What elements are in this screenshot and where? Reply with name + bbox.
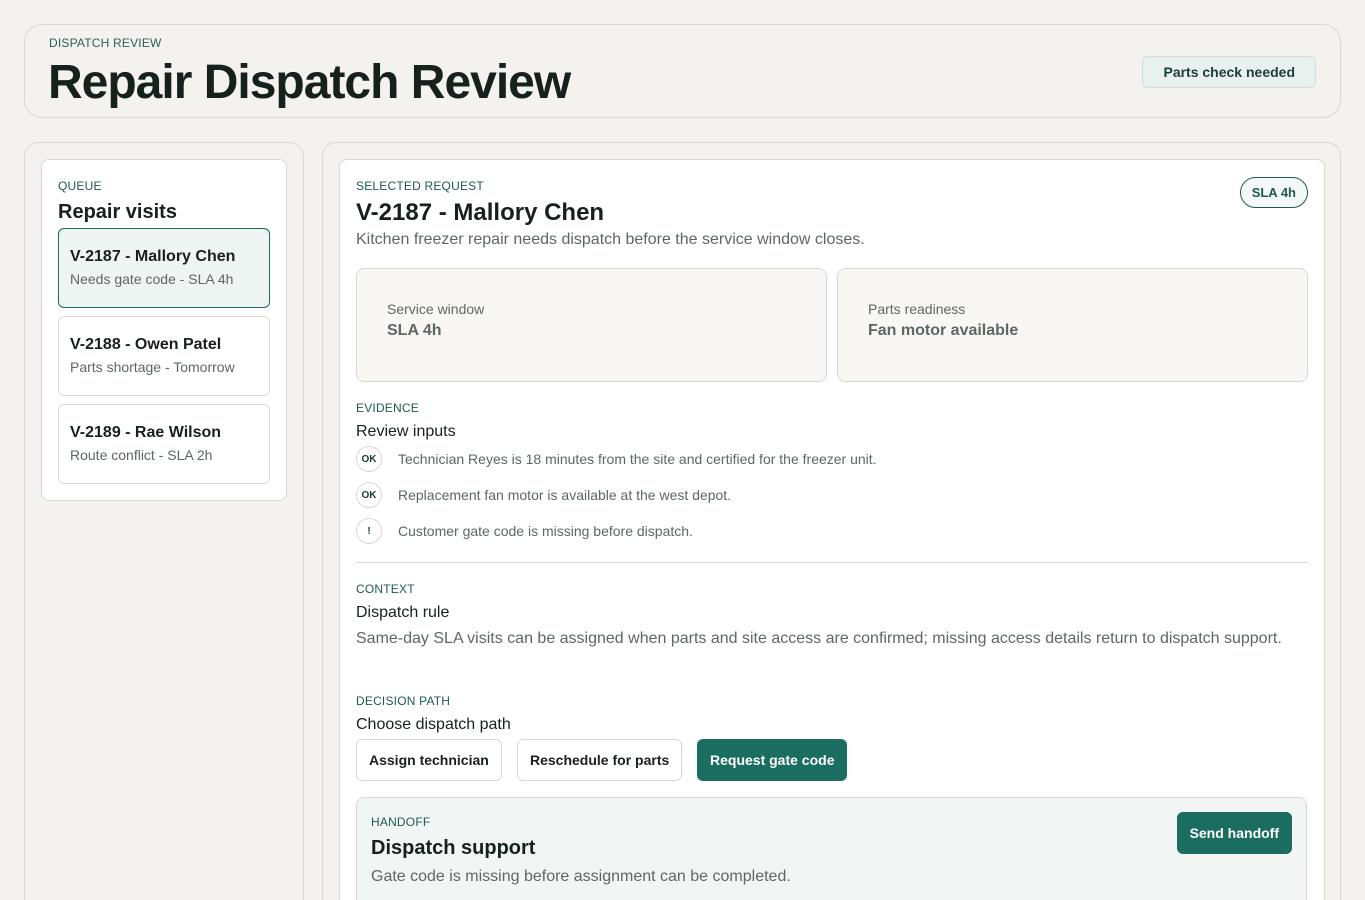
queue-item-v2188[interactable]: V-2188 - Owen Patel Parts shortage - Tom…	[58, 316, 270, 396]
queue-item-subtitle: Route conflict - SLA 2h	[70, 447, 213, 463]
parts-readiness-box: Parts readiness Fan motor available	[837, 268, 1308, 382]
context-eyebrow: CONTEXT	[356, 582, 415, 596]
service-window-label: Service window	[387, 301, 485, 317]
dispatch-rule-text: Same-day SLA visits can be assigned when…	[356, 630, 1282, 647]
handoff-description: Gate code is missing before assignment c…	[371, 868, 791, 885]
request-title: V-2187 - Mallory Chen	[356, 199, 605, 226]
warning-icon: !	[356, 518, 382, 544]
decision-title: Choose dispatch path	[356, 716, 511, 733]
queue-item-subtitle: Needs gate code - SLA 4h	[70, 271, 234, 287]
ok-check-icon: OK	[356, 482, 382, 508]
parts-readiness-label: Parts readiness	[868, 301, 966, 317]
request-gate-code-button[interactable]: Request gate code	[697, 739, 848, 781]
evidence-item: ! Customer gate code is missing before d…	[356, 518, 693, 544]
service-window-value: SLA 4h	[387, 322, 442, 339]
page-title: Repair Dispatch Review	[48, 56, 571, 109]
queue-item-v2189[interactable]: V-2189 - Rae Wilson Route conflict - SLA…	[58, 404, 270, 484]
send-handoff-button[interactable]: Send handoff	[1176, 812, 1292, 854]
detail-panel: SELECTED REQUEST SLA 4h V-2187 - Mallory…	[322, 142, 1341, 900]
evidence-text: Replacement fan motor is available at th…	[398, 487, 732, 503]
evidence-text: Customer gate code is missing before dis…	[398, 523, 693, 539]
queue-panel: QUEUE Repair visits V-2187 - Mallory Che…	[24, 142, 304, 900]
context-title: Dispatch rule	[356, 604, 450, 621]
evidence-eyebrow: EVIDENCE	[356, 401, 419, 415]
request-eyebrow: SELECTED REQUEST	[356, 179, 484, 193]
queue-item-title: V-2188 - Owen Patel	[70, 336, 222, 353]
queue-card: QUEUE Repair visits V-2187 - Mallory Che…	[41, 159, 287, 501]
request-description: Kitchen freezer repair needs dispatch be…	[356, 231, 865, 248]
decision-eyebrow: DECISION PATH	[356, 694, 451, 708]
handoff-title: Dispatch support	[371, 837, 536, 859]
reschedule-for-parts-button[interactable]: Reschedule for parts	[517, 739, 683, 781]
handoff-eyebrow: HANDOFF	[371, 815, 431, 829]
queue-eyebrow: QUEUE	[58, 179, 102, 193]
assign-technician-button[interactable]: Assign technician	[356, 739, 502, 781]
service-window-box: Service window SLA 4h	[356, 268, 827, 382]
request-detail-card: SELECTED REQUEST SLA 4h V-2187 - Mallory…	[339, 159, 1325, 900]
page-header: DISPATCH REVIEW Repair Dispatch Review P…	[24, 24, 1341, 118]
header-eyebrow: DISPATCH REVIEW	[49, 36, 162, 50]
section-divider	[356, 562, 1308, 563]
status-badge: Parts check needed	[1142, 56, 1316, 88]
queue-title: Repair visits	[58, 201, 177, 223]
ok-check-icon: OK	[356, 446, 382, 472]
sla-badge: SLA 4h	[1239, 177, 1308, 208]
evidence-title: Review inputs	[356, 423, 456, 440]
queue-item-v2187[interactable]: V-2187 - Mallory Chen Needs gate code - …	[58, 228, 270, 308]
handoff-card: HANDOFF Dispatch support Gate code is mi…	[356, 797, 1307, 900]
parts-readiness-value: Fan motor available	[868, 322, 1019, 339]
evidence-item: OK Replacement fan motor is available at…	[356, 482, 731, 508]
queue-item-title: V-2187 - Mallory Chen	[70, 248, 236, 265]
queue-item-subtitle: Parts shortage - Tomorrow	[70, 359, 235, 375]
queue-item-title: V-2189 - Rae Wilson	[70, 424, 222, 441]
evidence-item: OK Technician Reyes is 18 minutes from t…	[356, 446, 877, 472]
evidence-text: Technician Reyes is 18 minutes from the …	[398, 451, 877, 467]
